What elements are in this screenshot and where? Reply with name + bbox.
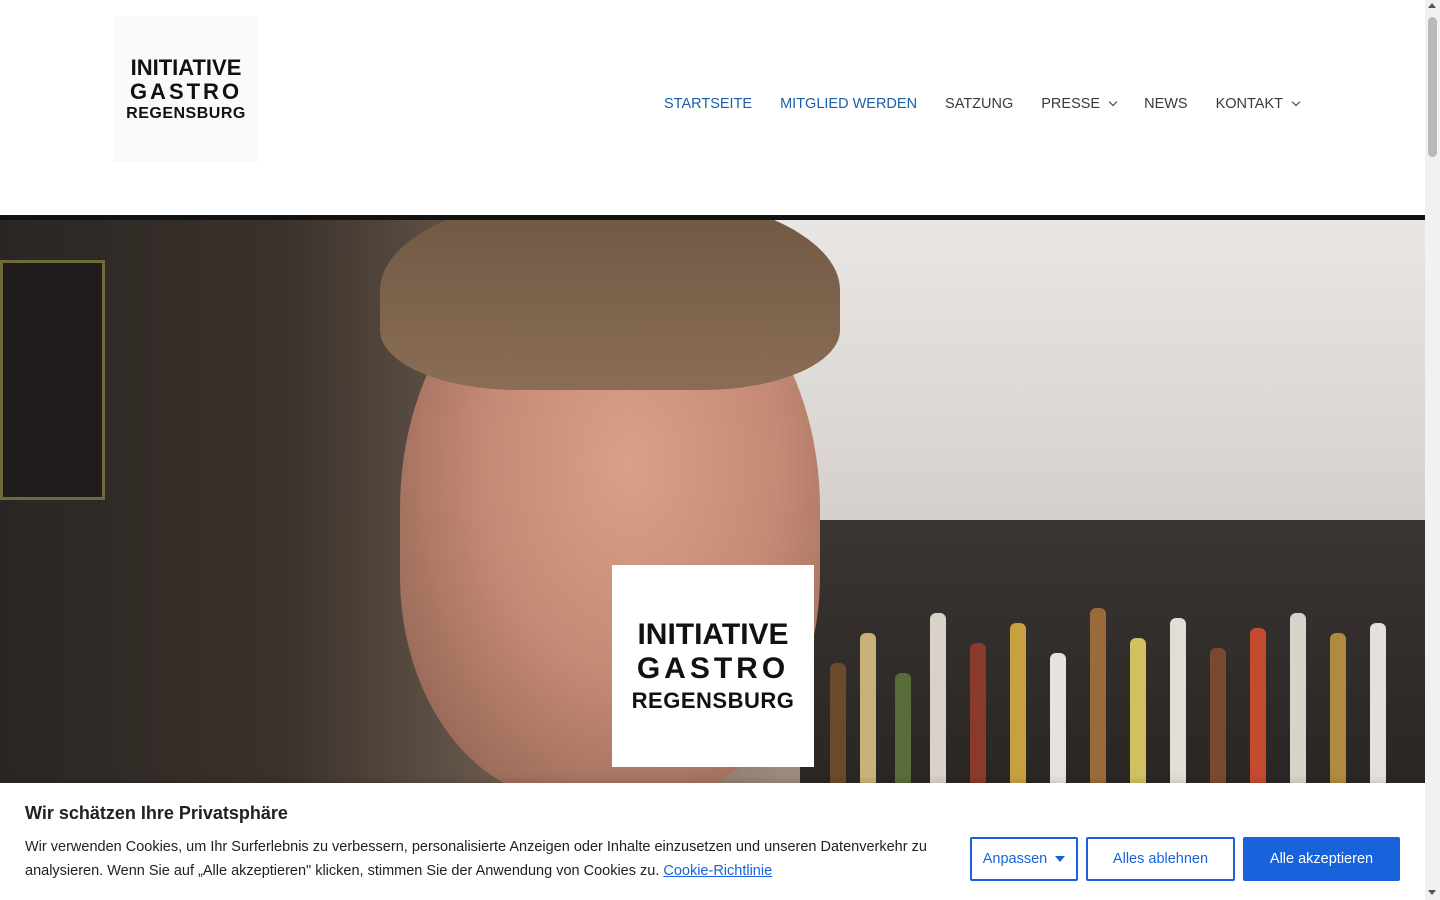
nav-item-news[interactable]: NEWS — [1144, 96, 1188, 112]
nav-item-label: SATZUNG — [945, 96, 1014, 112]
main-nav: STARTSEITE MITGLIED WERDEN SATZUNG PRESS… — [636, 96, 1301, 112]
hero-logo-line-3: REGENSBURG — [631, 688, 795, 713]
bottle — [1250, 628, 1266, 783]
scroll-down-icon[interactable] — [1428, 890, 1436, 895]
accept-all-button-label: Alle akzeptieren — [1269, 851, 1374, 867]
nav-item-kontakt[interactable]: KONTAKT — [1215, 96, 1301, 112]
nav-item-presse[interactable]: PRESSE — [1041, 96, 1118, 112]
logo-line-3: REGENSBURG — [126, 104, 246, 122]
scroll-up-icon[interactable] — [1428, 3, 1436, 8]
reject-all-button[interactable]: Alles ablehnen — [1086, 837, 1235, 881]
bottle — [860, 633, 876, 783]
bottle — [1330, 633, 1346, 783]
nav-item-startseite[interactable]: STARTSEITE — [664, 96, 752, 112]
bottle — [930, 613, 946, 783]
customize-button[interactable]: Anpassen — [970, 837, 1078, 881]
bottle — [1370, 623, 1386, 783]
nav-item-mitglied-werden[interactable]: MITGLIED WERDEN — [780, 96, 917, 112]
cookie-banner: Wir schätzen Ihre Privatsphäre Wir verwe… — [0, 783, 1425, 900]
bottle — [1090, 608, 1106, 783]
bottle — [1170, 618, 1186, 783]
caret-down-icon — [1055, 856, 1066, 862]
nav-item-label: NEWS — [1144, 96, 1188, 112]
bottle — [970, 643, 986, 783]
hero-chalkboard — [0, 260, 105, 500]
cookie-policy-link[interactable]: Cookie-Richtlinie — [663, 863, 772, 879]
hero-logo-overlay: INITIATIVE GASTRO REGENSBURG — [612, 565, 814, 767]
site-header: INITIATIVE GASTRO REGENSBURG STARTSEITE … — [0, 0, 1425, 215]
nav-item-satzung[interactable]: SATZUNG — [945, 96, 1013, 112]
reject-all-button-label: Alles ablehnen — [1112, 851, 1209, 867]
cookie-title: Wir schätzen Ihre Privatsphäre — [25, 803, 288, 823]
bottle — [1210, 648, 1226, 783]
chevron-down-icon — [1108, 97, 1118, 107]
page: INITIATIVE GASTRO REGENSBURG STARTSEITE … — [0, 0, 1440, 900]
hero-logo-line-1: INITIATIVE — [637, 618, 789, 651]
bottle — [895, 673, 911, 783]
cookie-text-body: Wir verwenden Cookies, um Ihr Surferlebn… — [25, 839, 927, 879]
nav-item-label: STARTSEITE — [664, 96, 753, 112]
nav-item-label: PRESSE — [1041, 96, 1101, 112]
bottle — [1050, 653, 1066, 783]
page-scrollbar[interactable] — [1425, 0, 1440, 900]
bottle — [830, 663, 846, 783]
hero-wall — [760, 220, 1425, 520]
hero-bar-shelf — [800, 520, 1425, 783]
accept-all-button[interactable]: Alle akzeptieren — [1243, 837, 1400, 881]
chevron-down-icon — [1291, 97, 1301, 107]
site-logo[interactable]: INITIATIVE GASTRO REGENSBURG — [113, 16, 259, 162]
hero-person-hair — [380, 220, 840, 390]
nav-item-label: MITGLIED WERDEN — [780, 96, 918, 112]
hero-logo-line-2: GASTRO — [636, 652, 790, 685]
bottle — [1010, 623, 1026, 783]
customize-button-label: Anpassen — [982, 851, 1048, 867]
bottle — [1290, 613, 1306, 783]
logo-line-1: INITIATIVE — [130, 54, 242, 80]
scrollbar-thumb[interactable] — [1428, 17, 1437, 157]
cookie-text: Wir verwenden Cookies, um Ihr Surferlebn… — [25, 835, 945, 883]
bottle — [1130, 638, 1146, 783]
nav-item-label: KONTAKT — [1215, 96, 1283, 112]
logo-line-2: GASTRO — [129, 78, 243, 104]
